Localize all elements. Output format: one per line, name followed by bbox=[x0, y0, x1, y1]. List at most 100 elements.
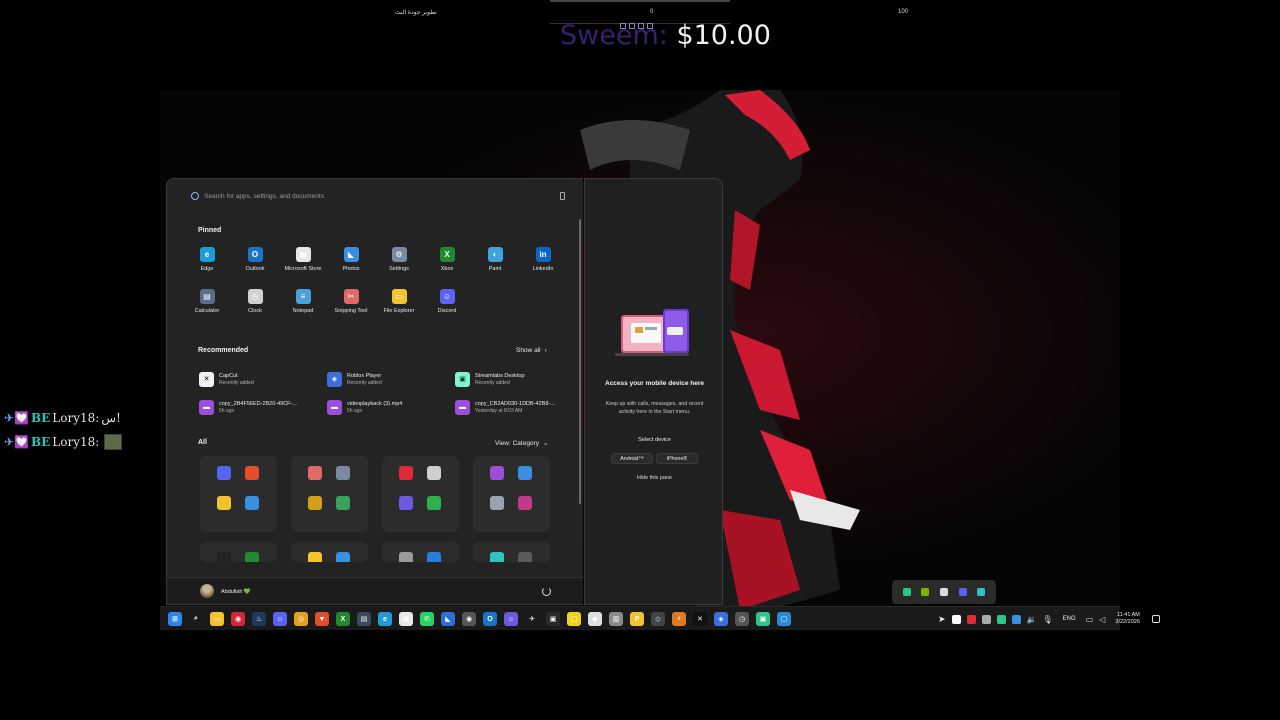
category-folder[interactable] bbox=[291, 542, 368, 562]
recommended-item[interactable]: ▬ copy_2B4F56ED-2B20-49CF-... 5h ago bbox=[199, 397, 327, 417]
app-blue-icon[interactable]: ▢ bbox=[777, 612, 791, 626]
tray-overflow-icon[interactable] bbox=[921, 588, 930, 596]
calculator-icon[interactable]: ▤ bbox=[357, 612, 371, 626]
app-yellow-icon[interactable]: P bbox=[630, 612, 644, 626]
show-all-button[interactable]: Show all › bbox=[516, 347, 547, 354]
pinned-app[interactable]: in LinkedIn bbox=[519, 247, 567, 279]
tray-overflow-icon[interactable] bbox=[977, 588, 986, 596]
user-name[interactable]: Abdullah 💚 bbox=[221, 589, 251, 595]
tray-app-icon[interactable] bbox=[996, 614, 1006, 624]
app-orange-icon[interactable]: ⚡ bbox=[672, 612, 686, 626]
pinned-app-label: Settings bbox=[389, 266, 409, 272]
outlook-icon[interactable]: O bbox=[483, 612, 497, 626]
category-folder[interactable]: Creativity bbox=[473, 456, 550, 548]
app-icon bbox=[217, 466, 231, 480]
recommended-item[interactable]: ✕ CapCut Recently added bbox=[199, 369, 327, 389]
tray-app-icon[interactable] bbox=[1011, 614, 1021, 624]
pinned-app[interactable]: O Outlook bbox=[231, 247, 279, 279]
pinned-app-label: Snipping Tool bbox=[334, 308, 368, 314]
phone-icon[interactable] bbox=[560, 192, 565, 200]
tray-app-icon[interactable] bbox=[966, 614, 976, 624]
category-folder[interactable] bbox=[382, 542, 459, 562]
app-icon bbox=[336, 466, 350, 480]
speaker-icon[interactable]: ◁ bbox=[1099, 615, 1105, 624]
category-folder[interactable] bbox=[200, 542, 277, 562]
app-icon bbox=[336, 552, 350, 562]
android-button[interactable]: Android™ bbox=[611, 453, 653, 464]
photos-icon[interactable]: ◣ bbox=[441, 612, 455, 626]
database-icon[interactable]: ▥ bbox=[609, 612, 623, 626]
network-icon[interactable]: ▭ bbox=[1086, 615, 1094, 624]
capcut-icon[interactable]: ✕ bbox=[693, 612, 707, 626]
power-icon[interactable] bbox=[542, 587, 551, 596]
obs-icon[interactable]: ◉ bbox=[462, 612, 476, 626]
app-red-icon[interactable]: ◉ bbox=[231, 612, 245, 626]
brave-icon[interactable]: ▼ bbox=[315, 612, 329, 626]
nvidia-icon[interactable]: ▣ bbox=[546, 612, 560, 626]
iphone-button[interactable]: iPhone® bbox=[656, 453, 698, 464]
unity-icon[interactable]: ◇ bbox=[651, 612, 665, 626]
search-box[interactable] bbox=[185, 187, 569, 205]
store-icon[interactable]: ▦ bbox=[399, 612, 413, 626]
clock-icon[interactable]: ◷ bbox=[735, 612, 749, 626]
language-indicator[interactable]: ENG bbox=[1063, 616, 1076, 622]
app-white-icon[interactable]: ◆ bbox=[588, 612, 602, 626]
tray-overflow-icon[interactable] bbox=[939, 588, 948, 596]
outlook-icon: O bbox=[247, 247, 263, 262]
microphone-icon[interactable]: 🎙 bbox=[1043, 615, 1053, 624]
clock[interactable]: 11:41 AM 3/22/2026 bbox=[1115, 612, 1139, 626]
edge-icon[interactable]: e bbox=[378, 612, 392, 626]
notification-icon[interactable] bbox=[1151, 615, 1160, 623]
pinned-app[interactable]: ✂ Snipping Tool bbox=[327, 289, 375, 321]
xbox-icon[interactable]: X bbox=[336, 612, 350, 626]
pinned-app[interactable]: ⚙ Settings bbox=[375, 247, 423, 279]
app-icon bbox=[518, 552, 532, 562]
search-icon[interactable]: ⌕ bbox=[189, 612, 203, 626]
pinned-app[interactable]: ◣ Photos bbox=[327, 247, 375, 279]
recommended-item[interactable]: ▬ videoplayback (3).mp4 5h ago bbox=[327, 397, 455, 417]
chrome-icon[interactable]: ◎ bbox=[294, 612, 308, 626]
tray-overflow-icon[interactable] bbox=[958, 588, 967, 596]
tray-overflow-icon[interactable] bbox=[902, 588, 911, 596]
pinned-app[interactable]: ≡ Notepad bbox=[279, 289, 327, 321]
discord2-icon[interactable]: ☺ bbox=[504, 612, 518, 626]
pinned-app[interactable]: X Xbox bbox=[423, 247, 471, 279]
tray-app-icon[interactable] bbox=[981, 614, 991, 624]
whatsapp-icon[interactable]: ✆ bbox=[420, 612, 434, 626]
recommended-item[interactable]: ▬ copy_CB2AD030-1DDB-42B8-... Yesterday at… bbox=[455, 397, 583, 417]
pinned-app[interactable]: ◷ Clock bbox=[231, 289, 279, 321]
logitech-icon[interactable]: ✈ bbox=[525, 612, 539, 626]
pinned-app-label: Microsoft Store bbox=[284, 266, 322, 272]
pinned-app[interactable]: ▤ Calculator bbox=[183, 289, 231, 321]
category-folder[interactable] bbox=[473, 542, 550, 562]
scrollbar[interactable] bbox=[579, 219, 581, 504]
streamlabs-icon[interactable]: ▣ bbox=[756, 612, 770, 626]
search-input[interactable] bbox=[204, 192, 544, 200]
pinned-app[interactable]: e Edge bbox=[183, 247, 231, 279]
chat-badges: ✈💟 bbox=[4, 411, 29, 425]
pinned-app[interactable]: ◐ Paint bbox=[471, 247, 519, 279]
pinned-app-label: LinkedIn bbox=[532, 266, 554, 272]
recommended-name: Streamlabs Desktop bbox=[475, 372, 525, 379]
tray-app-icon[interactable] bbox=[951, 614, 961, 624]
donation-alert: Sweem: $10.00 bbox=[560, 20, 771, 51]
pinned-app[interactable]: ☺ Discord bbox=[423, 289, 471, 321]
cursor-icon[interactable]: ➤ bbox=[938, 614, 946, 625]
volume-icon[interactable]: 🔉 bbox=[1027, 615, 1037, 624]
notes-icon[interactable]: ▢ bbox=[567, 612, 581, 626]
discord-icon[interactable]: ☺ bbox=[273, 612, 287, 626]
recommended-item[interactable]: ◈ Roblox Player Recently added bbox=[327, 369, 455, 389]
hide-pane-button[interactable]: Hide this pane bbox=[585, 475, 724, 481]
recommended-item[interactable]: ▣ Streamlabs Desktop Recently added bbox=[455, 369, 583, 389]
avatar[interactable] bbox=[200, 584, 214, 598]
category-folder[interactable]: Other bbox=[382, 456, 459, 548]
steam-icon[interactable]: ♨ bbox=[252, 612, 266, 626]
file-explorer-icon[interactable]: ▭ bbox=[210, 612, 224, 626]
category-folder[interactable]: Utilities & Tools bbox=[291, 456, 368, 548]
view-category-button[interactable]: View: Category ⌄ bbox=[495, 439, 548, 448]
pinned-app[interactable]: ▭ File Explorer bbox=[375, 289, 423, 321]
category-folder[interactable]: Productivity bbox=[200, 456, 277, 548]
pinned-app[interactable]: ▦ Microsoft Store bbox=[279, 247, 327, 279]
roblox-icon[interactable]: ◈ bbox=[714, 612, 728, 626]
start-icon[interactable]: ⊞ bbox=[168, 612, 182, 626]
